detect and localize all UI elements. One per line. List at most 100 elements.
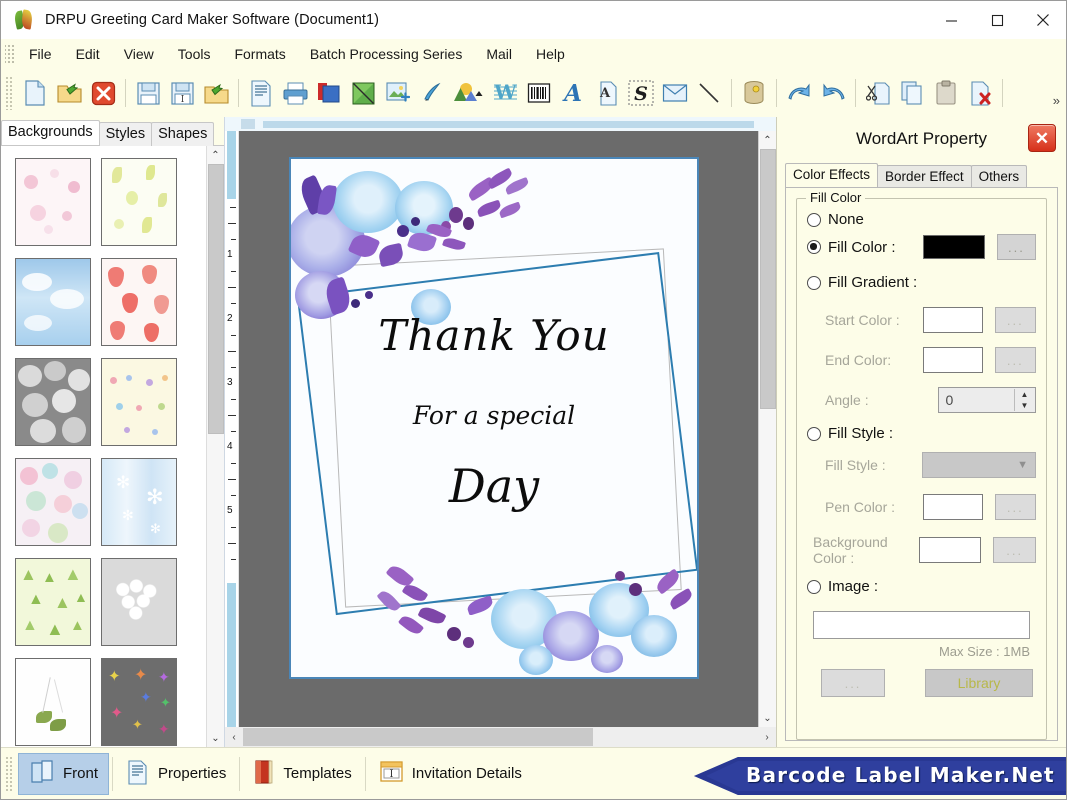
angle-increment-button[interactable]: ▲ <box>1015 389 1034 400</box>
insert-image-icon[interactable] <box>380 74 414 112</box>
undo-icon[interactable] <box>782 74 816 112</box>
option-row-none[interactable]: None <box>807 211 1036 228</box>
close-button[interactable] <box>1020 1 1066 39</box>
menu-formats[interactable]: Formats <box>222 42 297 66</box>
radio-fill-style[interactable] <box>807 427 821 441</box>
shapes-dropdown-icon[interactable] <box>448 74 488 112</box>
canvas-scroll-right-button[interactable]: › <box>758 727 776 747</box>
thumb-dark-sparkles[interactable]: ✦ ✦ ✦ ✦ ✦ ✦ ✦ ✦ <box>101 658 177 746</box>
angle-stepper-arrows[interactable]: ▲ ▼ <box>1014 389 1034 411</box>
menu-view[interactable]: View <box>112 42 166 66</box>
radio-fill-gradient[interactable] <box>807 276 821 290</box>
pen-color-browse-button[interactable]: ... <box>995 494 1036 520</box>
thumb-pastel-flowers-dense[interactable] <box>15 458 91 546</box>
radio-none[interactable] <box>807 213 821 227</box>
canvas-vscroll-track[interactable] <box>759 409 777 709</box>
design-canvas[interactable]: Thank You For a special Day <box>239 131 758 727</box>
menu-batch-processing-series[interactable]: Batch Processing Series <box>298 42 475 66</box>
barcode-icon[interactable] <box>522 74 556 112</box>
thumb-grey-stones[interactable] <box>15 358 91 446</box>
export-folder-icon[interactable] <box>199 74 233 112</box>
left-scroll-down-button[interactable]: ⌄ <box>207 729 225 747</box>
image-path-input[interactable] <box>813 611 1030 639</box>
thumb-white-leaf-sprig[interactable] <box>15 658 91 746</box>
canvas-scroll-down-button[interactable]: ⌄ <box>759 709 777 727</box>
toolbar-grip[interactable] <box>5 76 14 110</box>
canvas-hscroll-thumb[interactable] <box>243 728 593 746</box>
database-icon[interactable] <box>737 74 771 112</box>
paste-icon[interactable] <box>929 74 963 112</box>
background-color-swatch[interactable] <box>919 537 981 563</box>
left-scroll-thumb[interactable] <box>208 164 224 434</box>
left-panel-scrollbar[interactable]: ⌃ ⌄ <box>206 146 224 747</box>
tab-color-effects[interactable]: Color Effects <box>785 163 878 187</box>
statusbar-button-front[interactable]: Front <box>18 753 109 795</box>
canvas-hscroll-track[interactable] <box>243 727 758 747</box>
canvas-vscroll-thumb[interactable] <box>760 149 776 409</box>
menu-help[interactable]: Help <box>524 42 577 66</box>
greeting-card[interactable]: Thank You For a special Day <box>289 157 699 679</box>
fill-color-swatch[interactable] <box>923 235 985 259</box>
canvas-scroll-left-button[interactable]: ‹ <box>225 727 243 747</box>
image-browse-button[interactable]: ... <box>821 669 885 697</box>
menu-grip[interactable] <box>5 43 15 65</box>
delete-icon[interactable] <box>963 74 997 112</box>
toolbar-overflow-chevron[interactable]: » <box>1053 93 1060 108</box>
text-frame-icon[interactable]: A <box>590 74 624 112</box>
minimize-button[interactable] <box>928 1 974 39</box>
radio-image[interactable] <box>807 580 821 594</box>
open-folder-icon[interactable] <box>52 74 86 112</box>
print-icon[interactable] <box>278 74 312 112</box>
menu-edit[interactable]: Edit <box>64 42 112 66</box>
statusbar-button-templates[interactable]: Templates <box>243 753 361 795</box>
watermark-icon[interactable]: W <box>488 74 522 112</box>
thumb-blue-clouds[interactable] <box>15 258 91 346</box>
end-color-browse-button[interactable]: ... <box>995 347 1036 373</box>
save-icon[interactable] <box>131 74 165 112</box>
card-text-line-2[interactable]: For a special <box>291 401 697 430</box>
text-tool-icon[interactable]: A <box>556 74 590 112</box>
canvas-scroll-up-button[interactable]: ⌃ <box>759 131 777 149</box>
new-document-icon[interactable] <box>18 74 52 112</box>
envelope-icon[interactable] <box>658 74 692 112</box>
tab-backgrounds[interactable]: Backgrounds <box>1 120 100 145</box>
line-tool-icon[interactable] <box>692 74 726 112</box>
save-as-icon[interactable]: I <box>165 74 199 112</box>
card-layers-icon[interactable] <box>312 74 346 112</box>
statusbar-button-properties[interactable]: Properties <box>116 753 236 795</box>
fill-color-browse-button[interactable]: ... <box>997 234 1036 260</box>
thumb-pastel-floral-cream[interactable] <box>101 358 177 446</box>
thumb-baby-pink-pattern[interactable] <box>15 158 91 246</box>
option-row-fill-style[interactable]: Fill Style : <box>807 425 1036 442</box>
tab-border-effect[interactable]: Border Effect <box>877 165 972 188</box>
thumb-green-pine-trees[interactable]: ▲ ▲ ▲ ▲ ▲ ▲ ▲ ▲ ▲ <box>15 558 91 646</box>
close-document-icon[interactable] <box>86 74 120 112</box>
pen-color-swatch[interactable] <box>923 494 983 520</box>
wordart-icon[interactable]: S <box>624 74 658 112</box>
start-color-swatch[interactable] <box>923 307 983 333</box>
angle-decrement-button[interactable]: ▼ <box>1015 400 1034 411</box>
pen-tool-icon[interactable] <box>414 74 448 112</box>
angle-stepper[interactable]: 0 ▲ ▼ <box>938 387 1036 413</box>
library-button[interactable]: Library <box>925 669 1033 697</box>
radio-fill-color[interactable] <box>807 240 821 254</box>
left-scroll-track[interactable] <box>207 434 225 729</box>
menu-mail[interactable]: Mail <box>474 42 524 66</box>
option-row-fill-color[interactable]: Fill Color : ... <box>807 234 1036 260</box>
menu-tools[interactable]: Tools <box>166 42 223 66</box>
statusbar-button-invitation-details[interactable]: I Invitation Details <box>369 753 532 795</box>
angle-value[interactable]: 0 <box>939 392 953 408</box>
cut-icon[interactable] <box>861 74 895 112</box>
background-image-icon[interactable] <box>346 74 380 112</box>
option-row-image[interactable]: Image : <box>807 578 1036 595</box>
canvas-vertical-scrollbar[interactable]: ⌃ ⌄ <box>758 131 776 727</box>
tab-others[interactable]: Others <box>971 165 1028 188</box>
page-setup-icon[interactable] <box>244 74 278 112</box>
thumb-strawberry-pattern[interactable] <box>101 258 177 346</box>
redo-icon[interactable] <box>816 74 850 112</box>
canvas-horizontal-scrollbar[interactable]: ‹ › <box>225 727 776 747</box>
card-text-line-1[interactable]: Thank You <box>291 311 697 360</box>
fill-style-dropdown[interactable]: ▼ <box>922 452 1036 478</box>
menu-file[interactable]: File <box>17 42 64 66</box>
option-row-fill-gradient[interactable]: Fill Gradient : <box>807 274 1036 291</box>
